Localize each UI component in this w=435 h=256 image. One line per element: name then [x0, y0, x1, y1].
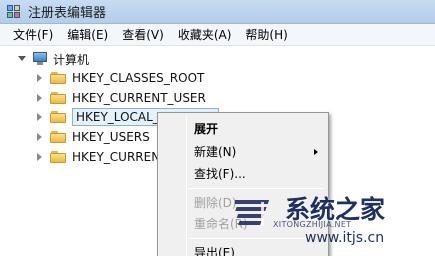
menu-favorites[interactable]: 收藏夹(A) — [171, 25, 239, 45]
context-menu-expand[interactable]: 展开 — [160, 119, 326, 139]
submenu-arrow-icon — [314, 149, 318, 155]
tree-node-hkey-users[interactable]: HKEY_USERS — [36, 127, 150, 147]
expand-arrow-icon[interactable] — [36, 94, 44, 102]
menu-file[interactable]: 文件(F) — [6, 25, 60, 45]
tree-node-label: HKEY_USERS — [72, 130, 150, 144]
folder-icon — [50, 151, 66, 163]
title-bar: 注册表编辑器 — [0, 0, 435, 24]
watermark: 系统之家 XITONGZHIJIA.NET www.itjs.cn — [225, 184, 435, 256]
window-title: 注册表编辑器 — [28, 6, 107, 21]
watermark-url: www.itjs.cn — [305, 230, 385, 246]
collapse-arrow-icon[interactable] — [18, 55, 26, 63]
menu-help[interactable]: 帮助(H) — [238, 25, 294, 45]
tree-node-label: HKEY_CLASSES_ROOT — [72, 71, 205, 85]
tree-node-label: 计算机 — [53, 52, 90, 67]
expand-arrow-icon[interactable] — [36, 74, 44, 82]
folder-icon — [50, 111, 66, 123]
menu-bar: 文件(F) 编辑(E) 查看(V) 收藏夹(A) 帮助(H) — [0, 24, 435, 46]
menu-view[interactable]: 查看(V) — [115, 25, 171, 45]
computer-icon — [32, 52, 48, 66]
tree-node-hkey-classes-root[interactable]: HKEY_CLASSES_ROOT — [36, 68, 204, 88]
expand-arrow-icon[interactable] — [36, 153, 44, 161]
watermark-subtitle: XITONGZHIJIA.NET — [273, 220, 352, 229]
context-menu-new[interactable]: 新建(N) — [160, 142, 326, 162]
context-menu-new-label: 新建(N) — [194, 145, 237, 159]
expand-arrow-icon[interactable] — [36, 133, 44, 141]
expand-arrow-icon[interactable] — [36, 113, 44, 121]
folder-icon — [50, 72, 66, 84]
tree-node-hkey-current-user[interactable]: HKEY_CURRENT_USER — [36, 88, 206, 108]
menu-edit[interactable]: 编辑(E) — [60, 25, 115, 45]
folder-icon — [50, 131, 66, 143]
tree-node-computer[interactable]: 计算机 — [18, 49, 89, 69]
tree-node-label: HKEY_CURRENT_USER — [72, 91, 206, 105]
context-menu-find[interactable]: 查找(F)... — [160, 164, 326, 184]
registry-editor-app-icon — [6, 4, 22, 20]
folder-icon — [50, 92, 66, 104]
